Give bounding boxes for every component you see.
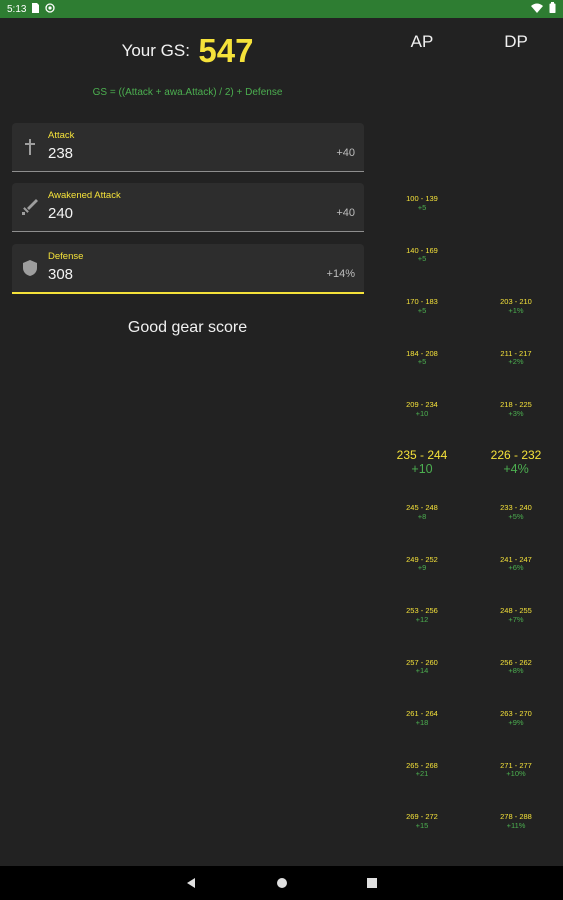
sword-icon	[21, 138, 39, 156]
ap-header: AP	[410, 32, 434, 51]
attack-field[interactable]: Attack 238 +40	[12, 123, 364, 172]
dp-cell: 233 - 240 +5%	[469, 503, 563, 521]
ap-bonus: +5	[417, 202, 427, 212]
ap-bonus: +9	[417, 563, 427, 573]
ap-bonus: +8	[417, 511, 427, 521]
gs-label: Your GS:	[121, 41, 190, 60]
wifi-icon	[531, 3, 543, 16]
battery-icon	[549, 2, 556, 16]
ap-bonus: +14	[415, 666, 429, 676]
dp-cell: 218 - 225 +3%	[469, 400, 563, 418]
dp-cell: 211 - 217 +2%	[469, 349, 563, 367]
awakened-attack-label: Awakened Attack	[48, 190, 121, 201]
gear-score-verdict: Good gear score	[127, 319, 248, 336]
gs-value: 547	[198, 32, 254, 69]
dp-cell: 203 - 210 +1%	[469, 297, 563, 315]
recents-icon[interactable]	[365, 876, 379, 890]
awakened-attack-value[interactable]: 240	[48, 205, 73, 222]
back-icon[interactable]	[184, 876, 198, 890]
navigation-bar	[0, 866, 563, 900]
dp-header: DP	[504, 32, 528, 51]
defense-value[interactable]: 308	[48, 266, 73, 283]
ap-cell: 257 - 260 +14	[375, 658, 469, 676]
dp-bonus: +8%	[508, 666, 524, 676]
ap-cell: 184 - 208 +5	[375, 349, 469, 367]
dp-bonus: +7%	[508, 614, 524, 624]
ap-cell: 170 - 183 +5	[375, 297, 469, 315]
dp-bonus: +5%	[508, 511, 524, 521]
ap-cell: 261 - 264 +18	[375, 709, 469, 727]
dp-cell: 226 - 232 +4%	[469, 447, 563, 477]
dp-bonus: +9%	[508, 717, 524, 727]
ap-cell: 245 - 248 +8	[375, 503, 469, 521]
dp-cell: 263 - 270 +9%	[469, 709, 563, 727]
status-time: 5:13	[7, 3, 27, 15]
ap-bonus: +12	[415, 614, 429, 624]
dp-bonus: +3%	[508, 408, 524, 418]
ap-bonus: +10	[415, 408, 429, 418]
defense-field[interactable]: Defense 308 +14%	[12, 244, 364, 294]
ap-bonus: +5	[417, 305, 427, 315]
ap-range: 235 - 244	[396, 447, 448, 462]
calculator-panel: Your GS: 547 GS = ((Attack + awa.Attack)…	[0, 18, 375, 866]
gs-formula: GS = ((Attack + awa.Attack) / 2) + Defen…	[92, 87, 283, 98]
ap-dp-table[interactable]: AP DP 100 - 139 +5 140 - 169 +5 170 - 183 +5 2…	[375, 18, 563, 866]
dp-bonus: +6%	[508, 563, 524, 573]
ap-cell: 100 - 139 +5	[375, 194, 469, 212]
ap-cell: 235 - 244 +10	[375, 447, 469, 477]
ap-cell: 253 - 256 +12	[375, 606, 469, 624]
attack-value[interactable]: 238	[48, 145, 73, 162]
dp-bonus: +2%	[508, 357, 524, 367]
ap-cell: 140 - 169 +5	[375, 246, 469, 264]
ap-bonus: +10	[411, 462, 433, 477]
gear-score-display: Your GS: 547	[0, 32, 375, 70]
ap-bonus: +5	[417, 254, 427, 264]
ap-bonus: +21	[415, 769, 429, 779]
ap-cell: 265 - 268 +21	[375, 761, 469, 779]
dp-bonus: +11%	[506, 820, 526, 830]
attack-label: Attack	[48, 130, 75, 141]
ap-bonus: +5	[417, 357, 427, 367]
dp-cell: 271 - 277 +10%	[469, 761, 563, 779]
status-bar: 5:13	[0, 0, 563, 18]
ap-cell: 249 - 252 +9	[375, 555, 469, 573]
ap-cell: 209 - 234 +10	[375, 400, 469, 418]
dp-bonus: +4%	[503, 462, 529, 477]
at-sign-icon	[45, 2, 56, 16]
ap-bonus: +15	[415, 820, 429, 830]
ap-bonus: +18	[415, 717, 429, 727]
shield-icon	[21, 259, 39, 277]
dp-range: 226 - 232	[490, 447, 542, 462]
dp-cell: 256 - 262 +8%	[469, 658, 563, 676]
sim-card-icon	[31, 2, 40, 16]
dp-bonus: +1%	[508, 305, 524, 315]
home-icon[interactable]	[275, 876, 289, 890]
dagger-icon	[21, 198, 39, 216]
attack-bonus: +40	[336, 147, 355, 159]
dp-bonus: +10%	[506, 769, 526, 779]
awakened-attack-bonus: +40	[336, 207, 355, 219]
dp-cell: 278 - 288 +11%	[469, 812, 563, 830]
dp-cell: 248 - 255 +7%	[469, 606, 563, 624]
awakened-attack-field[interactable]: Awakened Attack 240 +40	[12, 183, 364, 232]
defense-label: Defense	[48, 251, 84, 262]
defense-bonus: +14%	[326, 268, 355, 280]
ap-cell: 269 - 272 +15	[375, 812, 469, 830]
dp-cell: 241 - 247 +6%	[469, 555, 563, 573]
